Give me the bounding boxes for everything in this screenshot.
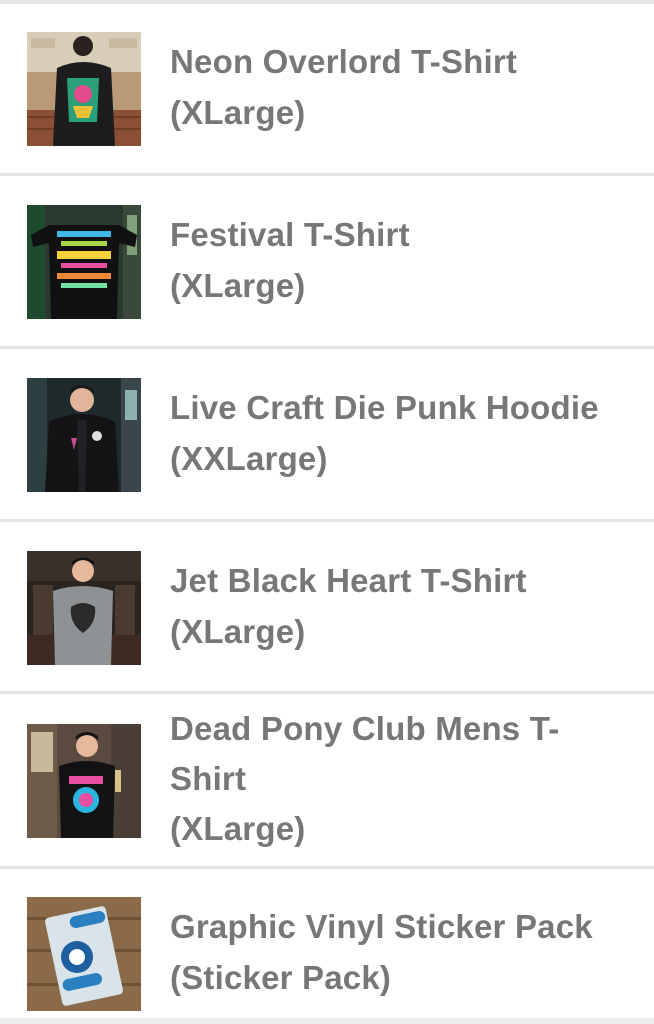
product-name[interactable]: Neon Overlord T-Shirt [170, 37, 650, 87]
list-item[interactable]: Dead Pony Club Mens T- Shirt (XLarge) [0, 694, 654, 866]
product-variant: (XLarge) [170, 810, 306, 847]
product-variant: (Sticker Pack) [170, 959, 392, 996]
product-variant: (XLarge) [170, 613, 306, 650]
product-thumbnail[interactable] [27, 897, 141, 1011]
festival-tshirt-photo-icon [27, 205, 141, 319]
product-name[interactable]: Live Craft Die Punk Hoodie [170, 383, 650, 433]
product-thumbnail[interactable] [27, 32, 141, 146]
product-name-line-1[interactable]: Dead Pony Club Mens T- [170, 704, 650, 754]
product-thumbnail[interactable] [27, 551, 141, 665]
product-variant: (XXLarge) [170, 440, 328, 477]
hoodie-photo-icon [27, 378, 141, 492]
dead-pony-club-tshirt-photo-icon [27, 724, 141, 838]
list-item[interactable]: Festival T-Shirt (XLarge) [0, 176, 654, 346]
sticker-pack-photo-icon [27, 897, 141, 1011]
product-thumbnail[interactable] [27, 378, 141, 492]
product-variant: (XLarge) [170, 267, 306, 304]
list-item[interactable]: Live Craft Die Punk Hoodie (XXLarge) [0, 349, 654, 519]
list-bottom-border [0, 1018, 654, 1024]
product-name[interactable]: Jet Black Heart T-Shirt [170, 556, 650, 606]
product-name[interactable]: Graphic Vinyl Sticker Pack [170, 902, 650, 952]
product-variant: (XLarge) [170, 94, 306, 131]
list-item[interactable]: Jet Black Heart T-Shirt (XLarge) [0, 522, 654, 691]
neon-overlord-tshirt-photo-icon [27, 32, 141, 146]
product-name-line-2[interactable]: Shirt [170, 754, 650, 804]
jet-black-heart-tshirt-photo-icon [27, 551, 141, 665]
product-thumbnail[interactable] [27, 205, 141, 319]
list-item[interactable]: Neon Overlord T-Shirt (XLarge) [0, 4, 654, 173]
product-thumbnail[interactable] [27, 724, 141, 838]
cart-item-list: Neon Overlord T-Shirt (XLarge) Festival … [0, 0, 654, 1024]
product-name[interactable]: Festival T-Shirt [170, 210, 650, 260]
list-item[interactable]: Graphic Vinyl Sticker Pack (Sticker Pack… [0, 869, 654, 1018]
